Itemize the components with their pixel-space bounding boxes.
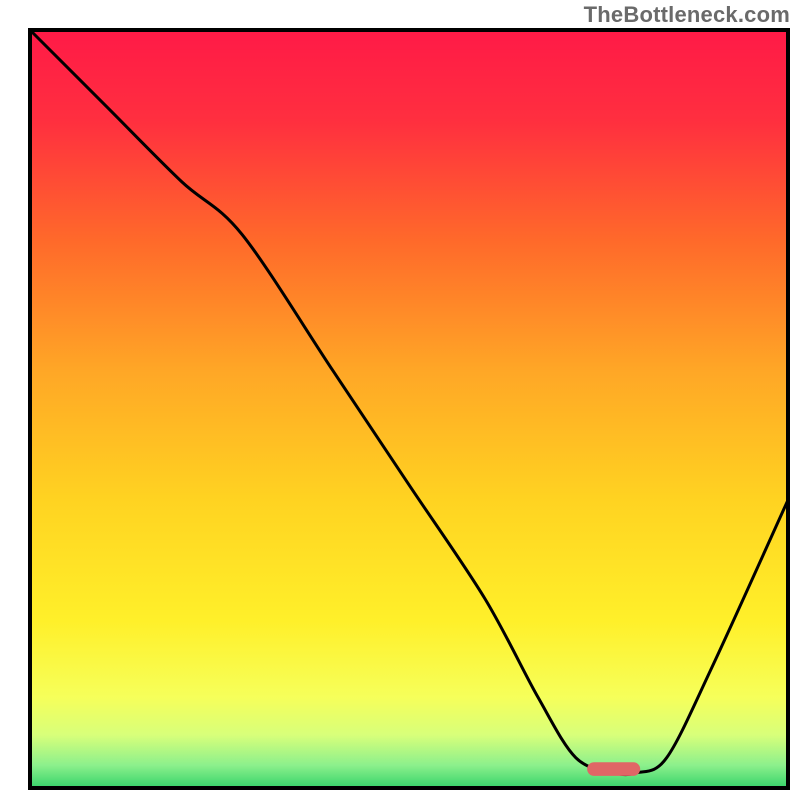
optimal-marker: [587, 762, 640, 776]
bottleneck-chart: [0, 0, 800, 800]
